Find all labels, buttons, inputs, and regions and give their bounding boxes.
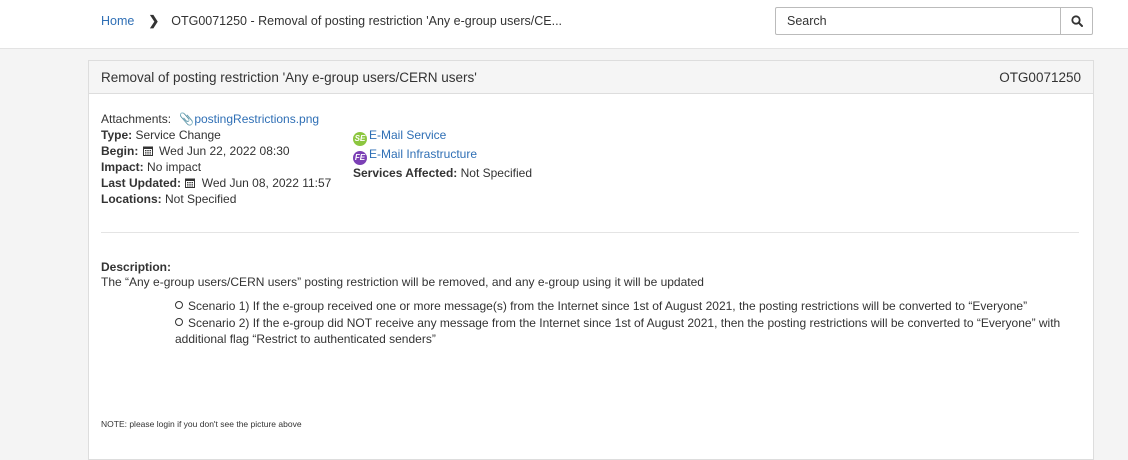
description-text: The “Any e-group users/CERN users” posti… <box>101 275 704 289</box>
card-id: OTG0071250 <box>999 69 1081 85</box>
search-box <box>775 7 1093 35</box>
updated-label: Last Updated: <box>101 176 182 190</box>
scenario-list: Scenario 1) If the e-group received one … <box>175 298 1085 348</box>
service-item[interactable]: SE E-Mail Service <box>353 127 532 146</box>
impact-row: Impact: No impact <box>101 159 331 175</box>
attachment-link[interactable]: 📎postingRestrictions.png <box>179 112 319 126</box>
service-link[interactable]: E-Mail Service <box>369 128 446 142</box>
functional-element-icon: FE <box>353 151 367 165</box>
locations-value: Not Specified <box>165 192 237 206</box>
breadcrumb: Home ❯ OTG0071250 - Removal of posting r… <box>101 13 562 29</box>
services-affected-value: Not Specified <box>460 166 532 180</box>
card-header: Removal of posting restriction 'Any e-gr… <box>89 61 1093 94</box>
login-note: NOTE: please login if you don't see the … <box>101 419 302 429</box>
impact-value: No impact <box>147 160 202 174</box>
services-affected-label: Services Affected: <box>353 166 458 180</box>
service-item[interactable]: FE E-Mail Infrastructure <box>353 146 532 165</box>
updated-row: Last Updated: Wed Jun 08, 2022 11:57 <box>101 175 331 191</box>
updated-value: Wed Jun 08, 2022 11:57 <box>201 176 332 190</box>
attachments-label: Attachments: <box>101 112 172 126</box>
type-value: Service Change <box>135 128 221 142</box>
locations-label: Locations: <box>101 192 162 206</box>
search-button[interactable] <box>1060 8 1092 34</box>
list-item: Scenario 2) If the e-group did NOT recei… <box>175 315 1085 347</box>
meta-info: Attachments: 📎postingRestrictions.png Ty… <box>101 111 331 207</box>
begin-row: Begin: Wed Jun 22, 2022 08:30 <box>101 143 331 159</box>
list-item: Scenario 1) If the e-group received one … <box>175 298 1085 314</box>
divider <box>101 232 1079 233</box>
chevron-right-icon: ❯ <box>148 13 160 28</box>
service-link[interactable]: E-Mail Infrastructure <box>369 147 477 161</box>
card-title: Removal of posting restriction 'Any e-gr… <box>101 69 477 85</box>
type-label: Type: <box>101 128 133 142</box>
breadcrumb-home-link[interactable]: Home <box>101 14 134 28</box>
begin-label: Begin: <box>101 144 139 158</box>
description-title: Description: <box>101 260 172 274</box>
attachments-row: Attachments: 📎postingRestrictions.png <box>101 111 331 127</box>
type-row: Type: Service Change <box>101 127 331 143</box>
paperclip-icon: 📎 <box>179 112 195 126</box>
locations-row: Locations: Not Specified <box>101 191 331 207</box>
announcement-card: Removal of posting restriction 'Any e-gr… <box>88 60 1094 460</box>
calendar-icon <box>142 146 153 156</box>
calendar-icon <box>185 178 196 188</box>
scenario-text: Scenario 2) If the e-group did NOT recei… <box>175 316 1061 346</box>
search-icon <box>1070 15 1083 27</box>
breadcrumb-current: OTG0071250 - Removal of posting restrict… <box>171 14 563 28</box>
top-bar: Home ❯ OTG0071250 - Removal of posting r… <box>0 0 1128 49</box>
begin-value: Wed Jun 22, 2022 08:30 <box>159 144 290 158</box>
impact-label: Impact: <box>101 160 144 174</box>
circle-bullet-icon <box>175 318 183 326</box>
search-input[interactable] <box>776 8 1060 34</box>
circle-bullet-icon <box>175 301 183 309</box>
service-element-icon: SE <box>353 132 367 146</box>
scenario-text: Scenario 1) If the e-group received one … <box>188 299 1028 313</box>
services-affected-row: Services Affected: Not Specified <box>353 165 532 181</box>
services-list: SE E-Mail Service FE E-Mail Infrastructure… <box>353 127 532 181</box>
attachment-filename: postingRestrictions.png <box>194 112 320 126</box>
